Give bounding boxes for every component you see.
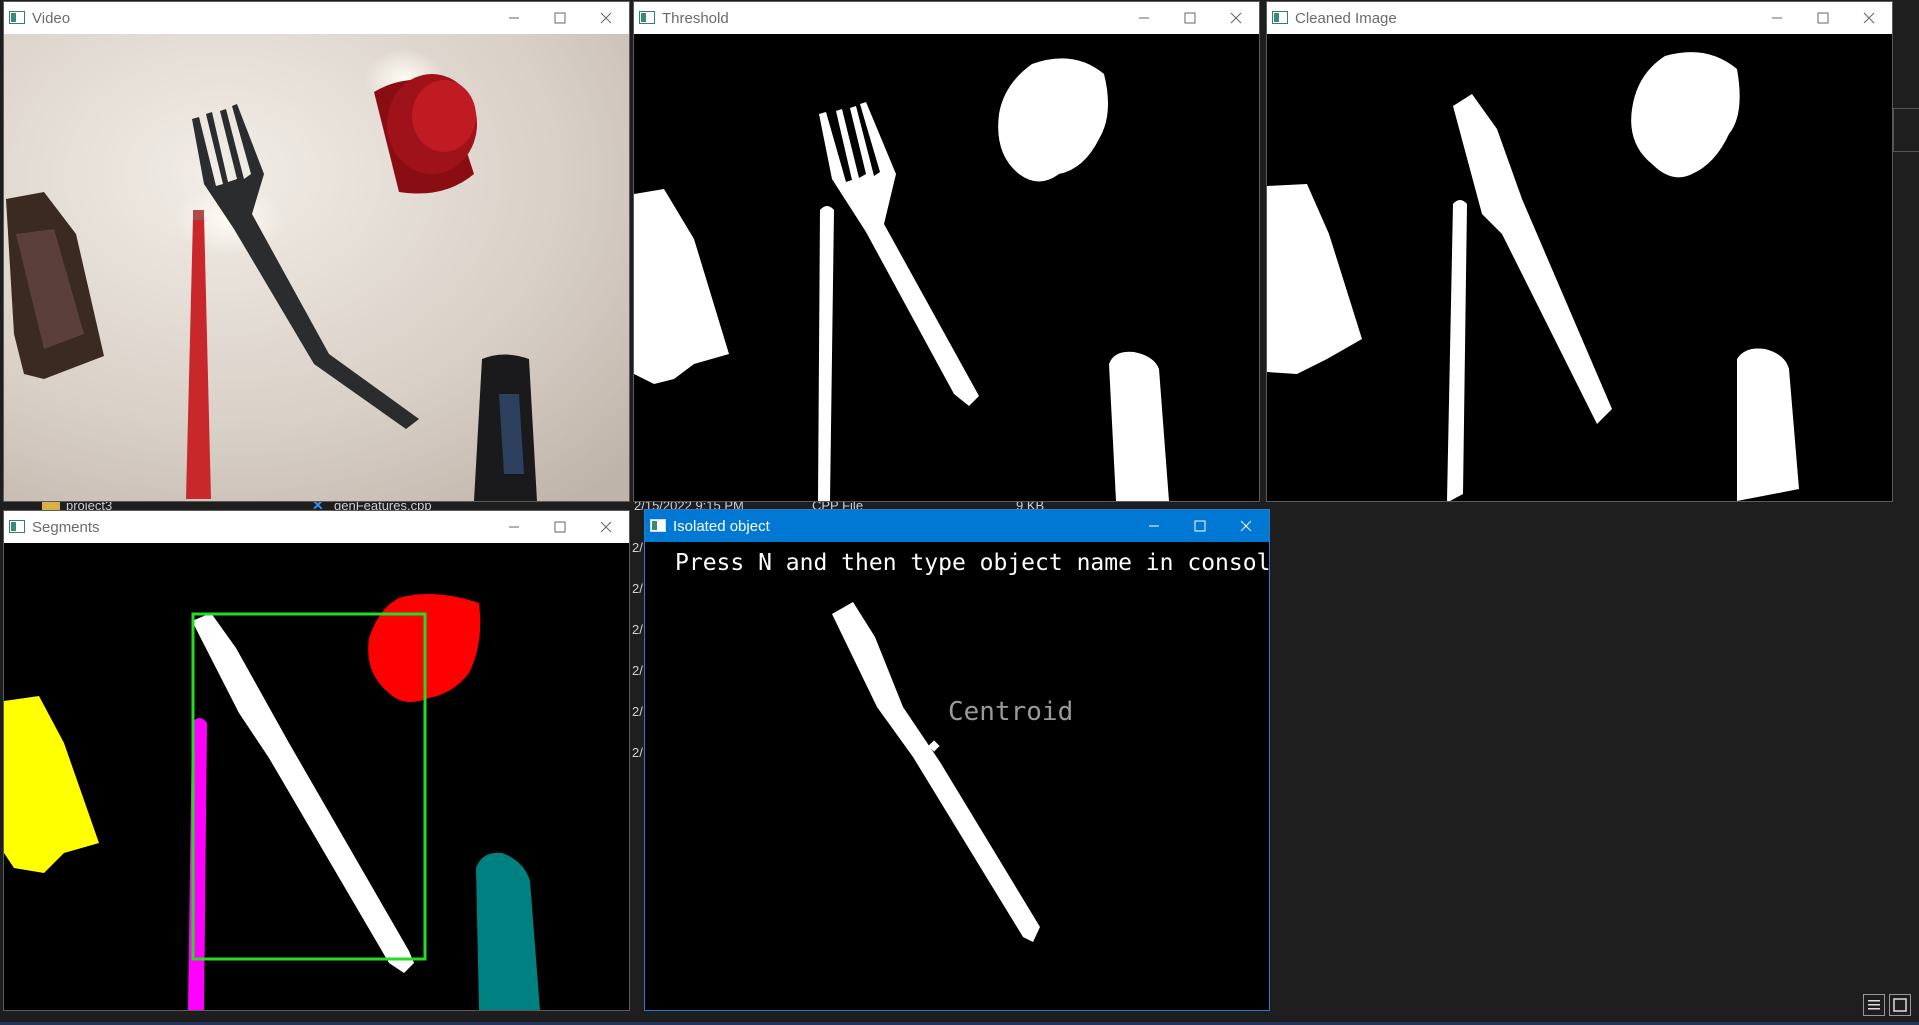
video-window[interactable]: Video <box>3 1 630 502</box>
row-date-2: 2/ <box>632 581 643 596</box>
video-feed <box>4 34 629 501</box>
threshold-image <box>634 34 1259 501</box>
instruction-prompt: Press N and then type object name in con… <box>675 550 1269 576</box>
row-date-6: 2/ <box>632 745 643 760</box>
maximize-button[interactable] <box>537 2 583 34</box>
maximize-button[interactable] <box>1177 510 1223 542</box>
segments-image <box>4 543 629 1010</box>
close-button[interactable] <box>1213 2 1259 34</box>
minimize-icon <box>1772 17 1782 19</box>
minimize-button[interactable] <box>1121 2 1167 34</box>
cleaned-image <box>1267 34 1892 501</box>
cleaned-titlebar[interactable]: Cleaned Image <box>1267 2 1892 34</box>
minimize-icon <box>1149 525 1159 527</box>
threshold-titlebar[interactable]: Threshold <box>634 2 1259 34</box>
close-icon <box>1863 12 1875 24</box>
maximize-button[interactable] <box>537 511 583 543</box>
segments-titlebar[interactable]: Segments <box>4 511 629 543</box>
close-button[interactable] <box>583 2 629 34</box>
maximize-icon <box>554 521 566 533</box>
cleaned-title: Cleaned Image <box>1295 10 1397 27</box>
app-window-icon <box>9 520 25 533</box>
row-date-4: 2/ <box>632 663 643 678</box>
isolated-image: Press N and then type object name in con… <box>645 542 1269 1010</box>
minimize-button[interactable] <box>1754 2 1800 34</box>
app-window-icon <box>650 519 666 532</box>
row-date-1: 2/ <box>632 540 643 555</box>
isolated-titlebar[interactable]: Isolated object <box>645 510 1269 542</box>
segments-title: Segments <box>32 519 100 536</box>
close-button[interactable] <box>1846 2 1892 34</box>
close-icon <box>1240 520 1252 532</box>
close-button[interactable] <box>583 511 629 543</box>
app-window-icon <box>1272 11 1288 24</box>
row-date-5: 2/ <box>632 704 643 719</box>
maximize-icon <box>1817 12 1829 24</box>
close-button[interactable] <box>1223 510 1269 542</box>
maximize-icon <box>554 12 566 24</box>
video-title: Video <box>32 10 71 27</box>
explorer-edge-panel <box>1893 108 1919 152</box>
minimize-icon <box>509 526 519 528</box>
details-view-icon[interactable] <box>1863 994 1885 1016</box>
app-window-icon <box>9 11 25 24</box>
minimize-button[interactable] <box>491 2 537 34</box>
segments-window[interactable]: Segments <box>3 510 630 1011</box>
minimize-button[interactable] <box>491 511 537 543</box>
minimize-button[interactable] <box>1131 510 1177 542</box>
isolated-window[interactable]: Isolated object Press N and then type ob… <box>644 509 1270 1011</box>
minimize-icon <box>509 17 519 19</box>
centroid-label: Centroid <box>948 697 1073 727</box>
close-icon <box>1230 12 1242 24</box>
threshold-title: Threshold <box>662 10 729 27</box>
threshold-window[interactable]: Threshold <box>633 1 1260 502</box>
video-titlebar[interactable]: Video <box>4 2 629 34</box>
preview-view-icon[interactable] <box>1889 994 1911 1016</box>
maximize-icon <box>1194 520 1206 532</box>
maximize-icon <box>1184 12 1196 24</box>
close-icon <box>600 521 612 533</box>
app-window-icon <box>639 11 655 24</box>
isolated-title: Isolated object <box>673 518 770 535</box>
minimize-icon <box>1139 17 1149 19</box>
maximize-button[interactable] <box>1800 2 1846 34</box>
close-icon <box>600 12 612 24</box>
row-date-3: 2/ <box>632 622 643 637</box>
maximize-button[interactable] <box>1167 2 1213 34</box>
cleaned-window[interactable]: Cleaned Image <box>1266 1 1893 502</box>
